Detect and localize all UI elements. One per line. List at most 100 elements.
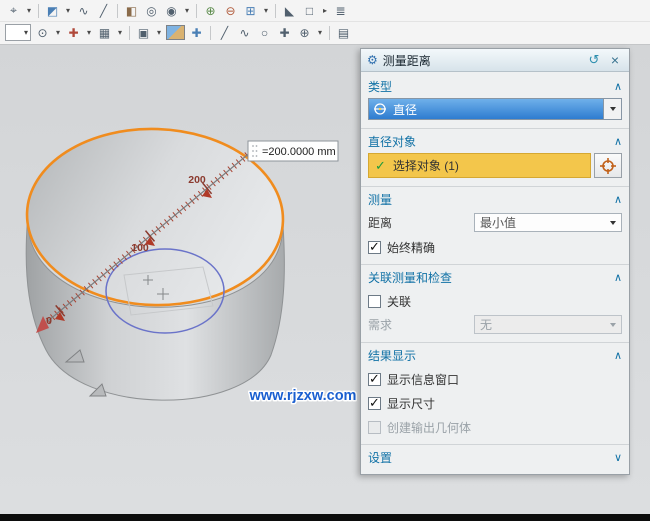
caret-icon[interactable]: ▾ — [116, 24, 124, 41]
section-type: 类型 ∧ 直径 — [361, 72, 629, 128]
orient-view-icon[interactable]: ✚ — [188, 24, 205, 41]
section-settings-header[interactable]: 设置 ∨ — [368, 448, 622, 466]
type-combo-selected[interactable]: 直径 — [369, 99, 603, 119]
section-results-header[interactable]: 结果显示 ∧ — [368, 346, 622, 364]
requirement-combo-value: 无 — [480, 316, 492, 333]
dialog-titlebar[interactable]: ⚙ 测量距离 ↺ × — [361, 49, 629, 72]
always-exact-checkbox[interactable] — [368, 241, 381, 254]
section-diameter-object-title: 直径对象 — [368, 133, 416, 150]
circle-center-icon[interactable]: ⊕ — [296, 24, 313, 41]
caret-icon[interactable]: ▾ — [183, 2, 191, 19]
sketch-icon[interactable]: ◩ — [44, 2, 61, 19]
chevron-down-icon[interactable]: ∨ — [614, 451, 622, 464]
pattern-icon[interactable]: ⊞ — [242, 2, 259, 19]
requirement-row: 需求 无 — [368, 315, 622, 334]
selection-scope-combo[interactable]: ▾ — [5, 24, 31, 41]
reset-button[interactable]: ↺ — [586, 52, 602, 68]
toolbar-separator — [275, 4, 276, 18]
caret-icon[interactable]: ▾ — [262, 2, 270, 19]
section-type-header[interactable]: 类型 ∧ — [368, 77, 622, 95]
dialog-title: 测量距离 — [383, 52, 581, 69]
selection-check-icon: ✓ — [375, 158, 386, 174]
requirement-combo[interactable]: 无 — [474, 315, 622, 334]
tooltip-value: =200.0000 mm — [262, 146, 336, 158]
work-plane-icon[interactable]: ▦ — [96, 24, 113, 41]
caret-icon[interactable]: ▾ — [64, 2, 72, 19]
toolbar-row-2: ▾⊙▾✚▾▦▾▣▾✚╱∿○✚⊕▾▤ — [0, 22, 650, 43]
toolbar-separator — [329, 26, 330, 40]
select-object-label: 选择对象 (1) — [393, 157, 459, 174]
measurement-tooltip: =200.0000 mm — [248, 141, 338, 161]
unite-icon[interactable]: ⊕ — [202, 2, 219, 19]
caret-icon[interactable]: ▾ — [85, 24, 93, 41]
caret-icon[interactable]: ▾ — [54, 24, 62, 41]
watermark-text: www.rjzxw.com — [249, 388, 357, 404]
menu-icon[interactable]: ≣ — [332, 2, 349, 19]
window-icon[interactable]: ▣ — [135, 24, 152, 41]
revolve-icon[interactable]: ◎ — [143, 2, 160, 19]
section-settings-title: 设置 — [368, 449, 392, 466]
chevron-down-icon — [610, 323, 616, 327]
chamfer-icon[interactable]: ◣ — [281, 2, 298, 19]
more-commands-icon[interactable]: ▸ — [321, 2, 329, 19]
shaded-view-cube-icon[interactable] — [166, 25, 185, 40]
toolbar-separator — [210, 26, 211, 40]
point-dialog-button[interactable] — [594, 153, 622, 178]
caret-icon[interactable]: ▾ — [25, 2, 33, 19]
datum-csys-icon[interactable]: ⌖ — [5, 2, 22, 19]
circle-tool-icon[interactable]: ○ — [256, 24, 273, 41]
section-type-title: 类型 — [368, 78, 392, 95]
select-object-row: ✓ 选择对象 (1) — [368, 153, 622, 178]
show-dimensions-label: 显示尺寸 — [387, 395, 435, 412]
toolbar-separator — [38, 4, 39, 18]
show-dimensions-checkbox[interactable] — [368, 397, 381, 410]
distance-combo[interactable]: 最小值 — [474, 213, 622, 232]
chevron-up-icon[interactable]: ∧ — [614, 349, 622, 362]
requirement-label: 需求 — [368, 316, 392, 333]
section-results-title: 结果显示 — [368, 347, 416, 364]
spline-icon[interactable]: ∿ — [75, 2, 92, 19]
show-dimensions-row: 显示尺寸 — [368, 395, 622, 412]
hole-icon[interactable]: ◉ — [163, 2, 180, 19]
section-diameter-object: 直径对象 ∧ ✓ 选择对象 (1) — [361, 128, 629, 186]
create-output-geometry-row: 创建输出几何体 — [368, 419, 622, 436]
distance-combo-value: 最小值 — [480, 214, 516, 231]
chevron-up-icon[interactable]: ∧ — [614, 193, 622, 206]
section-diameter-object-header[interactable]: 直径对象 ∧ — [368, 132, 622, 150]
arc-tool-icon[interactable]: ∿ — [236, 24, 253, 41]
chevron-up-icon[interactable]: ∧ — [614, 135, 622, 148]
section-measure-title: 测量 — [368, 191, 392, 208]
associate-checkbox[interactable] — [368, 295, 381, 308]
subtract-icon[interactable]: ⊖ — [222, 2, 239, 19]
toolbar-separator — [117, 4, 118, 18]
window-bottom-bar — [0, 514, 650, 521]
type-combo[interactable]: 直径 — [368, 98, 622, 120]
type-combo-arrow[interactable] — [603, 99, 621, 119]
ruler-label-100: 100 — [131, 242, 149, 254]
show-info-window-label: 显示信息窗口 — [387, 371, 459, 388]
chevron-up-icon[interactable]: ∧ — [614, 80, 622, 93]
snap-point-icon[interactable]: ⊙ — [34, 24, 51, 41]
section-association-header[interactable]: 关联测量和检查 ∧ — [368, 268, 622, 286]
section-settings: 设置 ∨ — [361, 444, 629, 474]
gear-icon: ⚙ — [367, 53, 378, 67]
close-button[interactable]: × — [607, 52, 623, 68]
caret-icon[interactable]: ▾ — [316, 24, 324, 41]
grid-icon[interactable]: ▤ — [335, 24, 352, 41]
distance-label: 距离 — [368, 214, 392, 231]
line-icon[interactable]: ╱ — [95, 2, 112, 19]
shell-icon[interactable]: □ — [301, 2, 318, 19]
cylinder-solid[interactable] — [24, 125, 286, 401]
chevron-up-icon[interactable]: ∧ — [614, 271, 622, 284]
chevron-down-icon — [610, 221, 616, 225]
ruler-label-200: 200 — [188, 174, 206, 186]
select-object-field[interactable]: ✓ 选择对象 (1) — [368, 153, 591, 178]
section-measure-header[interactable]: 测量 ∧ — [368, 190, 622, 208]
caret-icon[interactable]: ▾ — [155, 24, 163, 41]
extrude-icon[interactable]: ◧ — [123, 2, 140, 19]
point-tool-icon[interactable]: ✚ — [276, 24, 293, 41]
section-measure: 测量 ∧ 距离 最小值 始终精确 — [361, 186, 629, 264]
line-tool-icon[interactable]: ╱ — [216, 24, 233, 41]
point-snap-icon[interactable]: ✚ — [65, 24, 82, 41]
show-info-window-checkbox[interactable] — [368, 373, 381, 386]
